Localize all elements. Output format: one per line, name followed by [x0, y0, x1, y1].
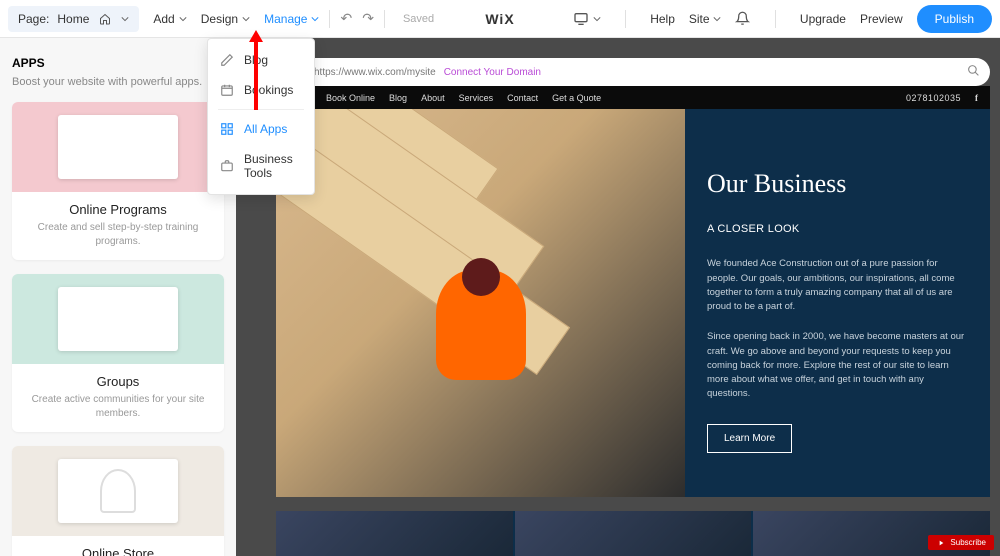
pencil-icon — [220, 53, 234, 67]
menu-design-label: Design — [201, 12, 238, 26]
youtube-subscribe-badge[interactable]: Subscribe — [928, 535, 994, 550]
device-switcher[interactable] — [573, 11, 589, 27]
site-phone: 0278102035 — [906, 93, 961, 103]
nav-link[interactable]: Contact — [507, 93, 538, 103]
divider — [329, 10, 330, 28]
site-nav: Home Book Online Blog About Services Con… — [276, 86, 990, 109]
chevron-down-icon — [179, 15, 187, 23]
learn-more-button[interactable]: Learn More — [707, 424, 792, 453]
top-menu: Add Design Manage — [153, 12, 319, 26]
chevron-down-icon — [121, 15, 129, 23]
undo-button[interactable]: ↶ — [340, 10, 352, 27]
site-menu-label: Site — [689, 12, 710, 26]
menu-manage[interactable]: Manage — [264, 12, 319, 26]
dropdown-label: All Apps — [244, 122, 287, 136]
worker-illustration — [436, 270, 526, 380]
app-card-desc: Create active communities for your site … — [24, 393, 212, 420]
app-card-name: Online Programs — [24, 202, 212, 217]
site-second-row — [276, 511, 990, 556]
chevron-down-icon — [593, 15, 601, 23]
site-menu[interactable]: Site — [689, 12, 721, 26]
divider — [625, 10, 626, 28]
facebook-icon[interactable]: f — [975, 93, 978, 103]
hero-subtitle: A CLOSER LOOK — [707, 223, 968, 235]
hero-paragraph: We founded Ace Construction out of a pur… — [707, 257, 968, 314]
site-hero: Our Business A CLOSER LOOK We founded Ac… — [276, 109, 990, 497]
nav-link[interactable]: Services — [459, 93, 494, 103]
apps-title-text: APPS — [12, 56, 45, 70]
menu-add[interactable]: Add — [153, 12, 186, 26]
hero-image — [276, 109, 685, 497]
site-url-text: https://www.wix.com/mysite — [314, 67, 436, 78]
upgrade-link[interactable]: Upgrade — [800, 12, 846, 26]
divider — [775, 10, 776, 28]
chevron-down-icon — [713, 15, 721, 23]
app-card-groups[interactable]: Groups Create active communities for you… — [12, 274, 224, 432]
search-icon[interactable] — [967, 64, 980, 80]
hero-title: Our Business — [707, 169, 968, 199]
dropdown-label: Business Tools — [244, 152, 302, 180]
app-card-online-store[interactable]: Online Store Sell your products or find … — [12, 446, 224, 556]
page-selector[interactable]: Page: Home — [8, 6, 139, 32]
annotation-arrow — [246, 30, 266, 115]
page-selector-prefix: Page: — [18, 12, 49, 26]
hero-paragraph: Since opening back in 2000, we have beco… — [707, 330, 968, 401]
urlbar-row: https://www.wix.com/mysite Connect Your … — [276, 58, 990, 86]
page-selector-name: Home — [57, 12, 89, 26]
app-card-online-programs[interactable]: Online Programs Create and sell step-by-… — [12, 102, 224, 260]
help-link[interactable]: Help — [650, 12, 675, 26]
dropdown-item-all-apps[interactable]: All Apps — [208, 114, 314, 144]
home-icon — [97, 11, 113, 27]
subscribe-label: Subscribe — [950, 538, 986, 547]
app-card-name: Online Store — [24, 546, 212, 556]
app-card-name: Groups — [24, 374, 212, 389]
save-status: Saved — [403, 13, 434, 25]
redo-button[interactable]: ↷ — [362, 10, 374, 27]
calendar-icon — [220, 83, 234, 97]
connect-domain-link[interactable]: Connect Your Domain — [444, 67, 541, 78]
menu-design[interactable]: Design — [201, 12, 250, 26]
nav-link[interactable]: Blog — [389, 93, 407, 103]
hero-text-panel: Our Business A CLOSER LOOK We founded Ac… — [685, 109, 990, 497]
apps-subtitle: Boost your website with powerful apps. — [12, 76, 224, 88]
divider — [384, 10, 385, 28]
menu-manage-label: Manage — [264, 12, 307, 26]
site-canvas: https://www.wix.com/mysite Connect Your … — [236, 38, 1000, 556]
menu-add-label: Add — [153, 12, 174, 26]
nav-link[interactable]: Book Online — [326, 93, 375, 103]
apps-panel-title: APPS ? — [12, 56, 224, 70]
wix-logo: WiX — [485, 11, 514, 27]
chevron-down-icon — [311, 15, 319, 23]
site-url-bar[interactable]: https://www.wix.com/mysite Connect Your … — [300, 58, 990, 86]
chevron-down-icon — [242, 15, 250, 23]
main-area: APPS ? Boost your website with powerful … — [0, 38, 1000, 556]
apps-panel: APPS ? Boost your website with powerful … — [0, 38, 236, 556]
nav-link[interactable]: Get a Quote — [552, 93, 601, 103]
preview-link[interactable]: Preview — [860, 12, 903, 26]
notifications-icon[interactable] — [735, 11, 751, 27]
undo-redo-group: ↶ ↷ — [340, 10, 373, 27]
app-card-desc: Create and sell step-by-step training pr… — [24, 221, 212, 248]
dropdown-item-business-tools[interactable]: Business Tools — [208, 144, 314, 188]
app-card-thumbnail — [12, 102, 224, 192]
right-tools: Help Site Upgrade Preview Publish — [573, 5, 992, 33]
app-card-thumbnail — [12, 446, 224, 536]
editor-topbar: Page: Home Add Design Manage ↶ ↷ Saved W… — [0, 0, 1000, 38]
app-card-thumbnail — [12, 274, 224, 364]
briefcase-icon — [220, 159, 234, 173]
nav-link[interactable]: About — [421, 93, 445, 103]
publish-button[interactable]: Publish — [917, 5, 992, 33]
grid-icon — [220, 122, 234, 136]
